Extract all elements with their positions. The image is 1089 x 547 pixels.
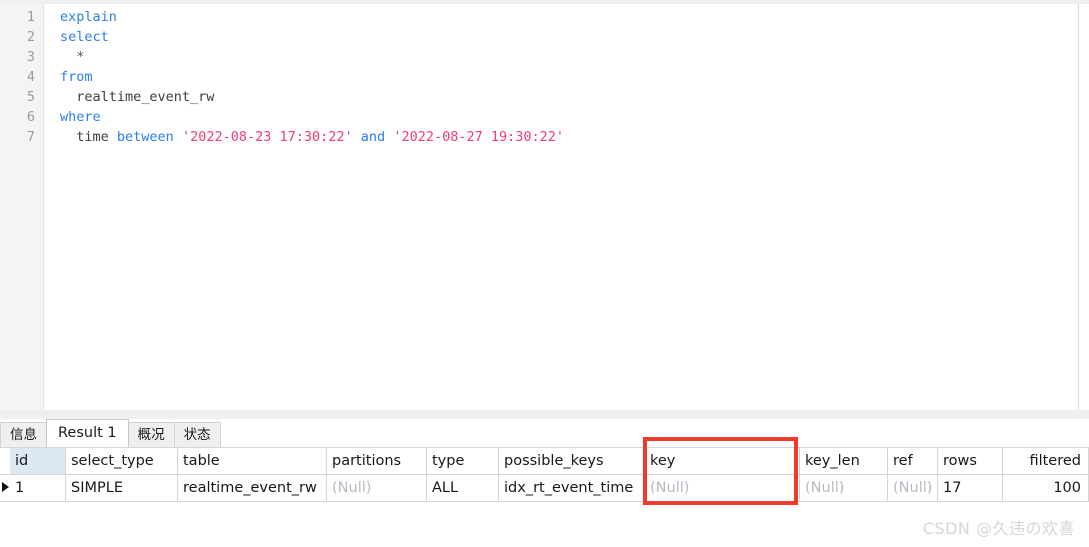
- csdn-watermark: CSDN @久违の欢喜: [922, 519, 1075, 538]
- cell-ref[interactable]: (Null): [888, 475, 938, 501]
- row-marker-header-cell: [0, 448, 10, 474]
- grid-header-row: id select_type table partitions type pos…: [0, 448, 1089, 475]
- code-token-op: *: [60, 49, 85, 65]
- code-token-kw: explain: [60, 9, 117, 25]
- code-line[interactable]: time between '2022-08-23 17:30:22' and '…: [45, 127, 1078, 147]
- column-header-ref[interactable]: ref: [888, 448, 938, 474]
- code-line[interactable]: from: [45, 67, 1078, 87]
- code-token-str: '2022-08-27 19:30:22': [393, 129, 564, 145]
- line-number: 1: [26, 9, 35, 25]
- sql-editor-panel[interactable]: 1 2 3 4 5 6 7 explain select * from realtime_eve…: [0, 4, 1079, 410]
- sql-code-area[interactable]: explain select * from realtime_event_rwwhe…: [45, 4, 1078, 410]
- line-number-list: 1 2 3 4 5 6 7: [0, 4, 43, 147]
- cell-partitions[interactable]: (Null): [327, 475, 427, 501]
- code-token-ident: [174, 129, 182, 145]
- tab-item-0[interactable]: 信息: [0, 422, 47, 447]
- code-token-kw: where: [60, 109, 101, 125]
- cell-table[interactable]: realtime_event_rw: [178, 475, 327, 501]
- code-token-str: '2022-08-23 17:30:22': [181, 129, 353, 145]
- line-number: 2: [26, 29, 35, 45]
- editor-gutter: 1 2 3 4 5 6 7: [0, 4, 44, 410]
- column-header-table[interactable]: table: [178, 448, 327, 474]
- line-number: 3: [26, 49, 35, 65]
- code-line[interactable]: select: [45, 27, 1078, 47]
- code-line[interactable]: *: [45, 47, 1078, 67]
- current-row-arrow-icon: [2, 482, 9, 492]
- column-header-filtered[interactable]: filtered: [1003, 448, 1089, 474]
- cell-rows[interactable]: 17: [938, 475, 1003, 501]
- column-header-key-len[interactable]: key_len: [800, 448, 888, 474]
- cell-possible-keys[interactable]: idx_rt_event_time: [499, 475, 645, 501]
- cell-id[interactable]: 1: [10, 475, 66, 501]
- table-row[interactable]: 1 SIMPLE realtime_event_rw (Null) ALL id…: [0, 475, 1089, 502]
- line-number: 4: [26, 69, 35, 85]
- code-token-kw: from: [60, 69, 93, 85]
- code-line[interactable]: realtime_event_rw: [45, 87, 1078, 107]
- result-tabs: 信息 Result 1 概况 状态: [0, 419, 221, 447]
- column-header-partitions[interactable]: partitions: [327, 448, 427, 474]
- cell-key-len[interactable]: (Null): [800, 475, 888, 501]
- code-token-ident: [353, 129, 361, 145]
- tab-item-2[interactable]: 概况: [127, 422, 175, 447]
- cell-key[interactable]: (Null): [645, 475, 800, 501]
- row-marker-cell: [0, 475, 10, 501]
- code-token-ident: realtime_event_rw: [60, 89, 215, 105]
- line-number: 6: [26, 109, 35, 125]
- code-line[interactable]: where: [45, 107, 1078, 127]
- line-number: 7: [26, 129, 35, 145]
- column-header-rows[interactable]: rows: [938, 448, 1003, 474]
- code-token-ident: time: [60, 129, 117, 145]
- code-token-kw: select: [60, 29, 109, 45]
- column-header-type[interactable]: type: [427, 448, 499, 474]
- column-header-possible-keys[interactable]: possible_keys: [499, 448, 645, 474]
- code-line[interactable]: explain: [45, 7, 1078, 27]
- sql-client-window: 1 2 3 4 5 6 7 explain select * from realtime_eve…: [0, 0, 1089, 547]
- explain-result-grid[interactable]: id select_type table partitions type pos…: [0, 447, 1089, 502]
- cell-type[interactable]: ALL: [427, 475, 499, 501]
- column-header-id[interactable]: id: [10, 448, 66, 474]
- column-header-select-type[interactable]: select_type: [66, 448, 178, 474]
- code-token-kw: and: [360, 129, 386, 145]
- result-tabstrip: 信息 Result 1 概况 状态: [0, 419, 1089, 447]
- panel-splitter[interactable]: [0, 410, 1089, 419]
- tab-result-1[interactable]: Result 1: [46, 419, 129, 447]
- cell-select-type[interactable]: SIMPLE: [66, 475, 178, 501]
- tab-item-3[interactable]: 状态: [173, 422, 221, 447]
- code-token-kw: between: [116, 129, 174, 145]
- cell-filtered[interactable]: 100: [1003, 475, 1089, 501]
- column-header-key[interactable]: key: [645, 448, 800, 474]
- line-number: 5: [26, 89, 35, 105]
